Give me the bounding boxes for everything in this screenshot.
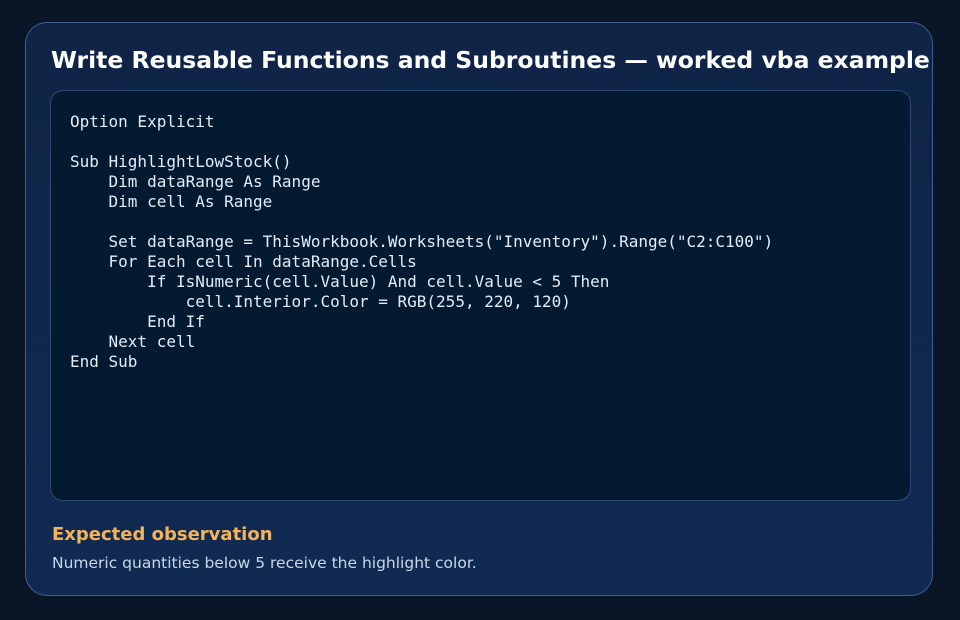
observation-heading: Expected observation bbox=[52, 524, 273, 545]
card-title: Write Reusable Functions and Subroutines… bbox=[51, 46, 930, 74]
code-text[interactable]: Option Explicit Sub HighlightLowStock() … bbox=[70, 112, 773, 372]
observation-text: Numeric quantities below 5 receive the h… bbox=[52, 554, 477, 572]
example-card: Write Reusable Functions and Subroutines… bbox=[25, 22, 933, 596]
code-block[interactable]: Option Explicit Sub HighlightLowStock() … bbox=[50, 90, 911, 501]
